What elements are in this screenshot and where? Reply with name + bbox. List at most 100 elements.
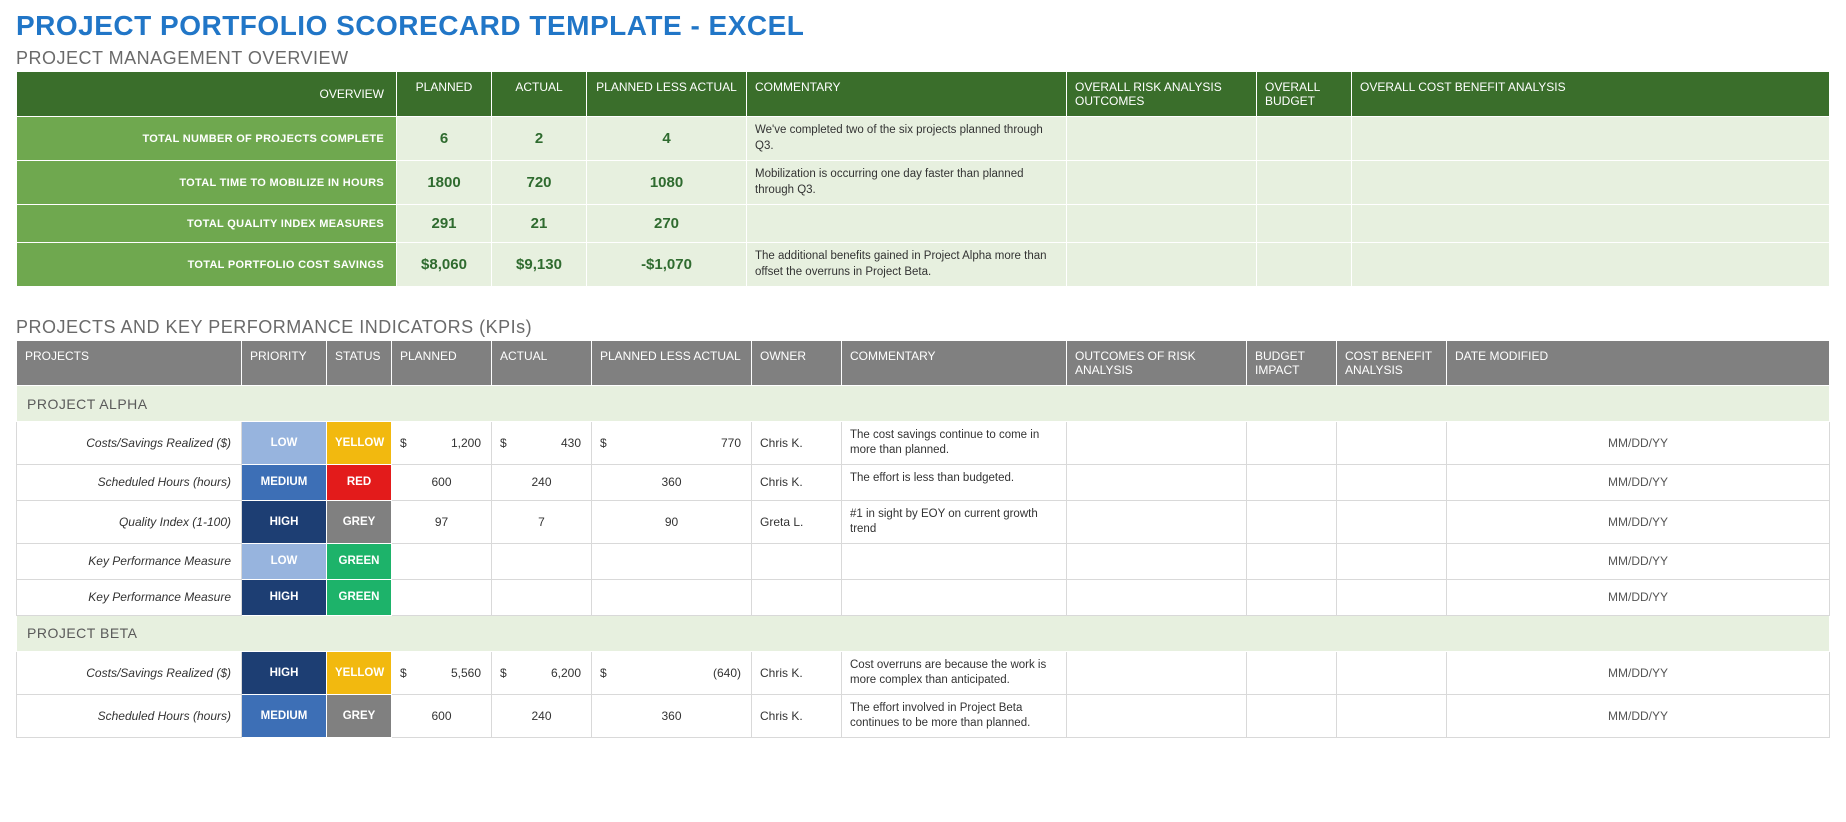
status-badge[interactable]: GREEN	[327, 579, 392, 615]
kpi-commentary[interactable]: Cost overruns are because the work is mo…	[842, 651, 1067, 694]
overview-planned[interactable]: 6	[397, 117, 492, 161]
priority-badge[interactable]: HIGH	[242, 579, 327, 615]
kpi-commentary[interactable]	[842, 543, 1067, 579]
overview-risk[interactable]	[1067, 205, 1257, 243]
overview-planned[interactable]: 1800	[397, 161, 492, 205]
overview-budget[interactable]	[1257, 161, 1352, 205]
kpi-risk[interactable]	[1067, 500, 1247, 543]
overview-costbenefit[interactable]	[1352, 205, 1830, 243]
kpi-owner[interactable]: Greta L.	[752, 500, 842, 543]
kpi-date[interactable]: MM/DD/YY	[1447, 500, 1830, 543]
kpi-diff[interactable]	[592, 543, 752, 579]
kpi-budget[interactable]	[1247, 500, 1337, 543]
overview-commentary[interactable]	[747, 205, 1067, 243]
kpi-actual[interactable]: 240	[492, 694, 592, 737]
overview-actual[interactable]: $9,130	[492, 243, 587, 287]
overview-budget[interactable]	[1257, 117, 1352, 161]
kpi-risk[interactable]	[1067, 651, 1247, 694]
kpi-owner[interactable]: Chris K.	[752, 694, 842, 737]
overview-risk[interactable]	[1067, 117, 1257, 161]
overview-costbenefit[interactable]	[1352, 161, 1830, 205]
kpi-costbenefit[interactable]	[1337, 543, 1447, 579]
priority-badge[interactable]: MEDIUM	[242, 464, 327, 500]
kpi-budget[interactable]	[1247, 422, 1337, 465]
kpi-risk[interactable]	[1067, 464, 1247, 500]
overview-planned[interactable]: $8,060	[397, 243, 492, 287]
kpi-risk[interactable]	[1067, 422, 1247, 465]
overview-actual[interactable]: 2	[492, 117, 587, 161]
kpi-costbenefit[interactable]	[1337, 422, 1447, 465]
kpi-costbenefit[interactable]	[1337, 694, 1447, 737]
kpi-planned[interactable]	[392, 543, 492, 579]
kpi-commentary[interactable]: The cost savings continue to come in mor…	[842, 422, 1067, 465]
kpi-commentary[interactable]: The effort is less than budgeted.	[842, 464, 1067, 500]
kpi-planned[interactable]: $1,200	[392, 422, 492, 465]
kpi-diff[interactable]: $(640)	[592, 651, 752, 694]
overview-commentary[interactable]: The additional benefits gained in Projec…	[747, 243, 1067, 287]
kpi-actual[interactable]: 7	[492, 500, 592, 543]
kpi-diff[interactable]	[592, 579, 752, 615]
kpi-actual[interactable]	[492, 543, 592, 579]
kpi-costbenefit[interactable]	[1337, 464, 1447, 500]
kpi-budget[interactable]	[1247, 543, 1337, 579]
kpi-date[interactable]: MM/DD/YY	[1447, 543, 1830, 579]
kpi-budget[interactable]	[1247, 651, 1337, 694]
kpi-costbenefit[interactable]	[1337, 500, 1447, 543]
overview-diff[interactable]: 270	[587, 205, 747, 243]
kpi-date[interactable]: MM/DD/YY	[1447, 464, 1830, 500]
overview-budget[interactable]	[1257, 243, 1352, 287]
kpi-date[interactable]: MM/DD/YY	[1447, 694, 1830, 737]
kpi-planned[interactable]: 600	[392, 464, 492, 500]
status-badge[interactable]: GREEN	[327, 543, 392, 579]
overview-planned[interactable]: 291	[397, 205, 492, 243]
kpi-risk[interactable]	[1067, 543, 1247, 579]
overview-risk[interactable]	[1067, 161, 1257, 205]
kpi-owner[interactable]: Chris K.	[752, 464, 842, 500]
priority-badge[interactable]: HIGH	[242, 651, 327, 694]
kpi-commentary[interactable]: The effort involved in Project Beta cont…	[842, 694, 1067, 737]
status-badge[interactable]: YELLOW	[327, 422, 392, 465]
kpi-planned[interactable]: 600	[392, 694, 492, 737]
overview-diff[interactable]: 1080	[587, 161, 747, 205]
kpi-actual[interactable]: $6,200	[492, 651, 592, 694]
status-badge[interactable]: GREY	[327, 694, 392, 737]
priority-badge[interactable]: HIGH	[242, 500, 327, 543]
kpi-diff[interactable]: $770	[592, 422, 752, 465]
kpi-owner[interactable]	[752, 543, 842, 579]
kpi-planned[interactable]: $5,560	[392, 651, 492, 694]
kpi-date[interactable]: MM/DD/YY	[1447, 579, 1830, 615]
kpi-commentary[interactable]	[842, 579, 1067, 615]
kpi-budget[interactable]	[1247, 694, 1337, 737]
kpi-date[interactable]: MM/DD/YY	[1447, 422, 1830, 465]
kpi-date[interactable]: MM/DD/YY	[1447, 651, 1830, 694]
overview-risk[interactable]	[1067, 243, 1257, 287]
kpi-planned[interactable]	[392, 579, 492, 615]
kpi-owner[interactable]: Chris K.	[752, 422, 842, 465]
overview-costbenefit[interactable]	[1352, 117, 1830, 161]
overview-diff[interactable]: 4	[587, 117, 747, 161]
status-badge[interactable]: RED	[327, 464, 392, 500]
kpi-risk[interactable]	[1067, 694, 1247, 737]
kpi-owner[interactable]	[752, 579, 842, 615]
overview-actual[interactable]: 21	[492, 205, 587, 243]
overview-actual[interactable]: 720	[492, 161, 587, 205]
kpi-budget[interactable]	[1247, 464, 1337, 500]
kpi-diff[interactable]: 90	[592, 500, 752, 543]
priority-badge[interactable]: LOW	[242, 543, 327, 579]
overview-commentary[interactable]: Mobilization is occurring one day faster…	[747, 161, 1067, 205]
overview-diff[interactable]: -$1,070	[587, 243, 747, 287]
kpi-risk[interactable]	[1067, 579, 1247, 615]
overview-costbenefit[interactable]	[1352, 243, 1830, 287]
kpi-owner[interactable]: Chris K.	[752, 651, 842, 694]
kpi-diff[interactable]: 360	[592, 464, 752, 500]
overview-commentary[interactable]: We've completed two of the six projects …	[747, 117, 1067, 161]
kpi-planned[interactable]: 97	[392, 500, 492, 543]
kpi-actual[interactable]: $430	[492, 422, 592, 465]
status-badge[interactable]: GREY	[327, 500, 392, 543]
kpi-costbenefit[interactable]	[1337, 579, 1447, 615]
kpi-commentary[interactable]: #1 in sight by EOY on current growth tre…	[842, 500, 1067, 543]
priority-badge[interactable]: MEDIUM	[242, 694, 327, 737]
kpi-budget[interactable]	[1247, 579, 1337, 615]
kpi-diff[interactable]: 360	[592, 694, 752, 737]
kpi-actual[interactable]	[492, 579, 592, 615]
